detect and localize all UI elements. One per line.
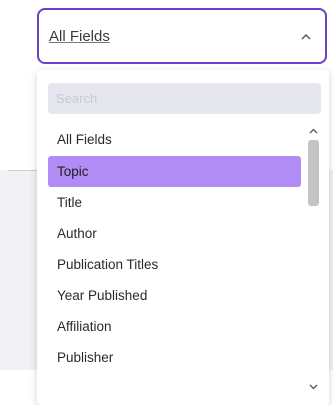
scroll-down-icon[interactable] (305, 380, 321, 394)
field-select-value: All Fields (49, 27, 110, 45)
field-select[interactable]: All Fields (37, 8, 327, 64)
option-title[interactable]: Title (48, 187, 301, 218)
option-publication-titles[interactable]: Publication Titles (48, 249, 301, 280)
chevron-up-icon (301, 30, 311, 42)
option-year-published[interactable]: Year Published (48, 280, 301, 311)
scroll-up-icon[interactable] (305, 124, 321, 138)
option-author[interactable]: Author (48, 218, 301, 249)
option-list: All Fields Topic Title Author Publicatio… (48, 124, 301, 400)
field-dropdown: All Fields Topic Title Author Publicatio… (37, 70, 329, 405)
scroll-thumb[interactable] (308, 140, 319, 206)
list-scrollbar[interactable] (305, 124, 321, 394)
search-input[interactable] (48, 83, 321, 114)
option-all-fields[interactable]: All Fields (48, 124, 301, 156)
option-publisher[interactable]: Publisher (48, 342, 301, 373)
option-affiliation[interactable]: Affiliation (48, 311, 301, 342)
option-topic[interactable]: Topic (48, 156, 301, 187)
background-divider (8, 170, 38, 171)
